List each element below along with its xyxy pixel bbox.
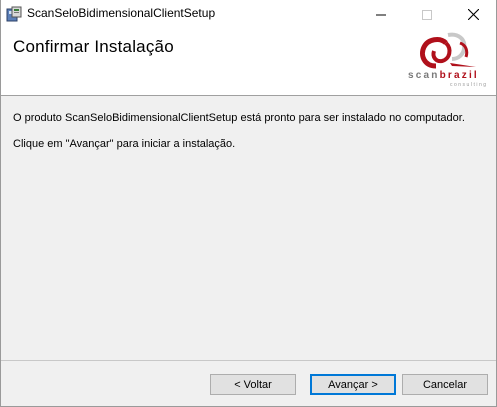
close-button[interactable] [450,0,496,29]
close-icon [467,9,479,20]
window-title: ScanSeloBidimensionalClientSetup [27,6,216,20]
maximize-icon [422,9,432,20]
logo-word-brazil: brazil [439,70,479,81]
minimize-button[interactable] [358,0,404,29]
page-header: Confirmar Instalação scanbrazil consulti… [1,29,496,96]
logo-word-scan: scan [408,70,440,81]
logo-subtitle: consulting [450,82,488,88]
minimize-icon [376,14,386,15]
title-bar[interactable]: ScanSeloBidimensionalClientSetup [1,0,496,29]
maximize-button[interactable] [404,0,450,29]
scanbrazil-logo: scanbrazil consulting [406,29,494,93]
page-title: Confirmar Instalação [13,37,174,56]
ready-message: O produto ScanSeloBidimensionalClientSet… [13,112,465,124]
next-button[interactable]: Avançar > [310,374,396,395]
logo-wordmark: scanbrazil [408,70,479,81]
back-button[interactable]: < Voltar [210,374,296,395]
scanbrazil-logo-mark [420,32,476,69]
instruction-message: Clique em "Avançar" para iniciar a insta… [13,138,236,150]
installer-window: ScanSeloBidimensionalClientSetup Confirm… [0,0,497,407]
installer-app-icon [6,6,22,22]
cancel-button[interactable]: Cancelar [402,374,488,395]
footer-divider [1,360,496,361]
